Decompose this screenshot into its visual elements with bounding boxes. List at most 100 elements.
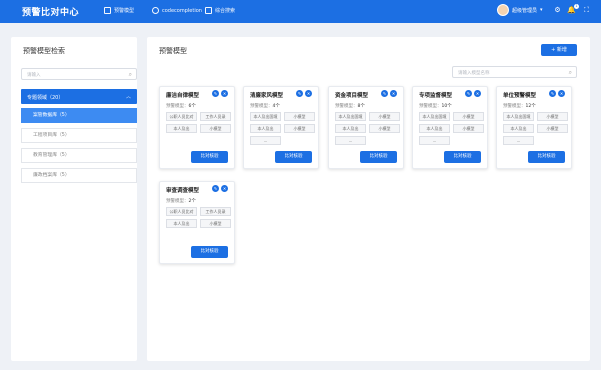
card-count: 预警模型：4个 [250,104,280,109]
model-tag: 小模型 [537,112,568,121]
model-tag: ... [335,136,366,145]
card-title: 审查调查模型 [166,188,200,194]
compare-button[interactable]: 比对核验 [444,151,481,163]
tag-list: 本人及出国境 小模型 本人及出 小模型... [335,112,401,145]
model-tag: 本人及出国境 [250,112,281,121]
model-tag: 小模型 [200,124,231,133]
card-count: 预警模型：2个 [166,199,196,204]
search-icon: ⌕ [128,71,132,78]
model-tag: 本人及出 [166,124,197,133]
nav-label: codecompletion [162,7,202,14]
model-icon [104,7,111,14]
model-tag: 小模型 [537,124,568,133]
nav-item-task[interactable]: codecompletion [152,7,202,14]
model-tag: 本人及出 [335,124,366,133]
model-card[interactable]: 审查调查模型 ✎ ✕ 预警模型：2个 公职人员比对 工作人员录 本人及出 小模型 比对… [159,181,235,264]
gear-icon[interactable]: ⚙ [553,6,562,15]
sidebar-panel: 预警模型检索 请输入 ⌕ 专题领域（20） ︿ 案管数据库（5） 工程项目库（5… [11,37,137,361]
app-logo: 预警比对中心 [22,8,80,18]
card-count: 预警模型：10个 [419,104,452,109]
page-title: 预警模型 [159,47,187,55]
tag-list: 本人及出国境 小模型 本人及出 小模型... [250,112,316,145]
tree-group-label: 专题领域（20） [27,95,64,101]
add-button[interactable]: + 新增 [541,44,577,56]
search-icon: ⌕ [568,69,572,76]
card-count: 预警模型：12个 [503,104,536,109]
card-title: 单位预警模型 [503,93,537,99]
sidebar-title: 预警模型检索 [23,47,65,55]
model-tag: 小模型 [284,124,315,133]
model-tag: 小模型 [369,124,400,133]
sidebar-search-input[interactable]: 请输入 ⌕ [21,68,137,80]
model-tag: 工作人员录 [200,112,231,121]
model-tag: 公职人员比对 [166,112,197,121]
card-title: 廉洁自律模型 [166,93,200,99]
model-tag: 本人及出 [250,124,281,133]
delete-icon[interactable]: ✕ [558,90,565,97]
edit-icon[interactable]: ✎ [296,90,303,97]
model-card[interactable]: 清廉家风模型 ✎ ✕ 预警模型：4个 本人及出国境 小模型 本人及出 小模型... 比… [243,86,319,169]
model-tag: 小模型 [453,124,484,133]
delete-icon[interactable]: ✕ [474,90,481,97]
task-icon [152,7,159,14]
model-card[interactable]: 资金项目模型 ✎ ✕ 预警模型：8个 本人及出国境 小模型 本人及出 小模型... 比… [328,86,404,169]
compare-button[interactable]: 比对核验 [275,151,312,163]
bell-icon[interactable]: 🔔 1 [567,4,579,15]
model-card[interactable]: 专项监督模型 ✎ ✕ 预警模型：10个 本人及出国境 小模型 本人及出 小模型... … [412,86,488,169]
delete-icon[interactable]: ✕ [305,90,312,97]
tag-list: 公职人员比对 工作人员录 本人及出 小模型 [166,112,232,133]
model-tag: ... [250,136,281,145]
top-header: 预警比对中心 预警模型 codecompletion 综合搜索 超级管理员 ▾ … [0,0,601,23]
edit-icon[interactable]: ✎ [381,90,388,97]
tree-item-integrity[interactable]: 廉政档案库（5） [21,168,137,183]
model-tag: 小模型 [200,219,231,228]
avatar [497,4,509,16]
delete-icon[interactable]: ✕ [221,185,228,192]
edit-icon[interactable]: ✎ [212,90,219,97]
nav-item-search[interactable]: 综合搜索 [205,7,235,14]
model-tag: 小模型 [284,112,315,121]
model-card[interactable]: 廉洁自律模型 ✎ ✕ 预警模型：6个 公职人员比对 工作人员录 本人及出 小模型 比对… [159,86,235,169]
edit-icon[interactable]: ✎ [465,90,472,97]
nav-item-model[interactable]: 预警模型 [104,7,134,14]
compare-button[interactable]: 比对核验 [360,151,397,163]
model-tag: 本人及出国境 [335,112,366,121]
search-placeholder: 请输入 [27,73,41,78]
compare-button[interactable]: 比对核验 [191,246,228,258]
delete-icon[interactable]: ✕ [221,90,228,97]
model-tag: 本人及出 [419,124,450,133]
tree-item-case[interactable]: 案管数据库（5） [21,108,137,123]
model-card[interactable]: 单位预警模型 ✎ ✕ 预警模型：12个 本人及出国境 小模型 本人及出 小模型... … [496,86,572,169]
tree-item-project[interactable]: 工程项目库（5） [21,128,137,143]
compare-button[interactable]: 比对核验 [528,151,565,163]
chevron-down-icon: ▾ [540,7,543,13]
model-tag: 本人及出 [166,219,197,228]
notification-badge: 1 [574,4,579,9]
card-title: 清廉家风模型 [250,93,284,99]
model-tag: 本人及出国境 [503,112,534,121]
chevron-up-icon: ︿ [125,94,131,100]
model-tag: ... [419,136,450,145]
search-placeholder: 请输入模型名称 [458,71,490,76]
tag-list: 本人及出国境 小模型 本人及出 小模型... [419,112,485,145]
main-panel: 预警模型 + 新增 请输入模型名称 ⌕ 廉洁自律模型 ✎ ✕ 预警模型：6个 公… [147,37,590,361]
model-tag: 本人及出国境 [419,112,450,121]
delete-icon[interactable]: ✕ [390,90,397,97]
compare-button[interactable]: 比对核验 [191,151,228,163]
user-menu[interactable]: 超级管理员 ▾ [497,4,543,16]
model-tag: 小模型 [453,112,484,121]
user-name: 超级管理员 [512,7,538,14]
nav-label: 综合搜索 [215,8,236,14]
tree-item-education[interactable]: 教育管理库（5） [21,148,137,163]
edit-icon[interactable]: ✎ [212,185,219,192]
tag-list: 本人及出国境 小模型 本人及出 小模型... [503,112,569,145]
nav-label: 预警模型 [114,8,135,14]
fullscreen-icon[interactable]: ⛶ [582,6,591,15]
model-tag: 工作人员录 [200,207,231,216]
model-tag: 本人及出 [503,124,534,133]
model-tag: 公职人员比对 [166,207,197,216]
card-count: 预警模型：6个 [166,104,196,109]
edit-icon[interactable]: ✎ [549,90,556,97]
model-search-input[interactable]: 请输入模型名称 ⌕ [452,66,577,78]
tree-group-header[interactable]: 专题领域（20） ︿ [21,89,137,104]
